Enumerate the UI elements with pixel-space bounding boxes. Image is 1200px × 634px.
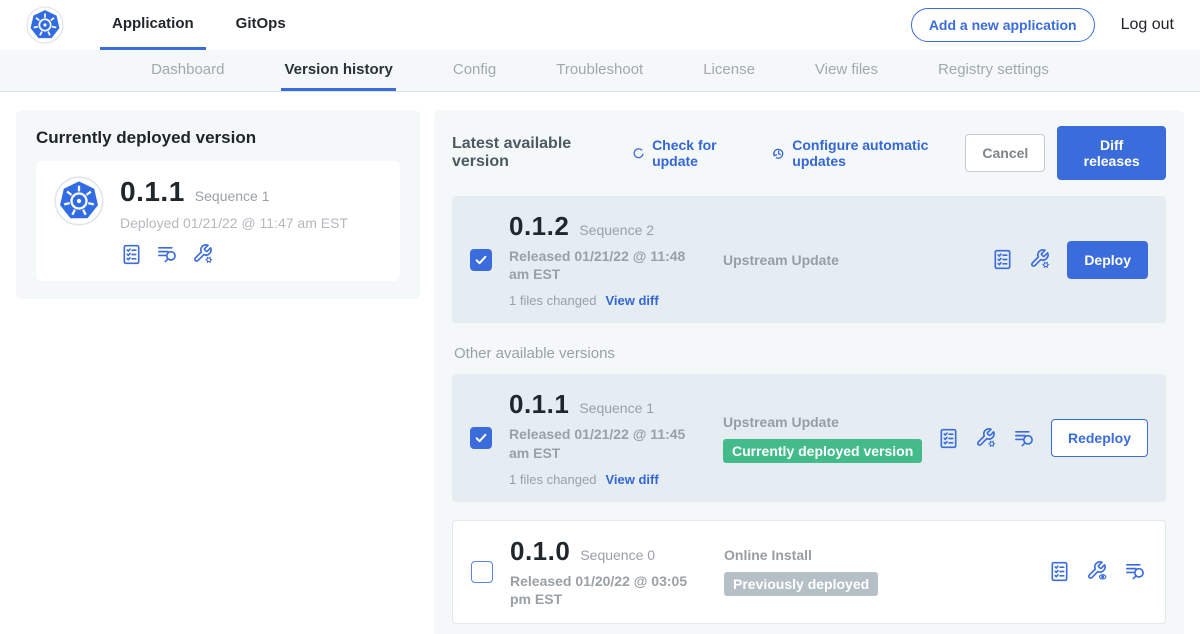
app-sub-nav: Dashboard Version history Config Trouble… [0,50,1200,92]
previously-deployed-badge: Previously deployed [724,572,878,596]
configure-automatic-updates-label: Configure automatic updates [792,137,965,169]
version-row-0-1-0: 0.1.0 Sequence 0 Released 01/20/22 @ 03:… [452,520,1166,624]
cancel-button[interactable]: Cancel [965,134,1045,172]
check-icon [474,431,488,445]
tab-gitops-label: GitOps [236,15,286,32]
version-checkbox[interactable] [470,249,492,271]
tab-gitops[interactable]: GitOps [224,0,298,50]
subnav-view-files[interactable]: View files [812,50,881,91]
version-history-card: Latest available version Check for updat… [434,110,1184,634]
preflight-checks-icon[interactable] [991,248,1014,271]
kubernetes-app-icon [54,176,104,226]
configure-automatic-updates-link[interactable]: Configure automatic updates [771,137,965,169]
check-icon [474,253,488,267]
version-row-0-1-2: 0.1.2 Sequence 2 Released 01/21/22 @ 11:… [452,196,1166,323]
add-application-button[interactable]: Add a new application [911,8,1095,42]
version-number: 0.1.1 [509,389,569,420]
redeploy-button[interactable]: Redeploy [1051,419,1148,457]
logout-button[interactable]: Log out [1121,16,1174,34]
deployed-timestamp: Deployed 01/21/22 @ 11:47 am EST [120,215,348,231]
subnav-license[interactable]: License [700,50,758,91]
release-notes-icon[interactable] [156,243,179,266]
edit-config-icon[interactable] [1029,248,1052,271]
version-checkbox[interactable] [471,561,493,583]
release-notes-icon[interactable] [1013,427,1036,450]
subnav-dashboard[interactable]: Dashboard [148,50,227,91]
view-diff-link[interactable]: View diff [605,293,658,308]
files-changed-label: 1 files changed [509,472,596,487]
version-source-label: Upstream Update [723,414,839,430]
view-diff-link[interactable]: View diff [605,472,658,487]
latest-version-header: Latest available version Check for updat… [452,126,1166,180]
files-changed-label: 1 files changed [509,293,596,308]
currently-deployed-badge: Currently deployed version [723,439,922,463]
version-row-0-1-1: 0.1.1 Sequence 1 Released 01/21/22 @ 11:… [452,374,1166,501]
auto-update-clock-icon [771,145,786,162]
currently-deployed-card: Currently deployed version [16,110,420,299]
tab-application[interactable]: Application [100,0,206,50]
version-info: 0.1.2 Sequence 2 Released 01/21/22 @ 11:… [509,211,723,308]
version-number: 0.1.0 [510,536,570,567]
currently-deployed-title: Currently deployed version [36,128,400,148]
tab-application-label: Application [112,15,194,32]
latest-version-title: Latest available version [452,135,614,171]
deployed-version-details: 0.1.1 Sequence 1 Deployed 01/21/22 @ 11:… [120,176,348,266]
check-for-update-link[interactable]: Check for update [631,137,754,169]
top-nav-right: Add a new application Log out [911,0,1174,50]
edit-config-icon[interactable] [975,427,998,450]
release-notes-icon[interactable] [1124,560,1147,583]
deployed-sequence-label: Sequence 1 [195,188,270,204]
other-versions-label: Other available versions [454,345,1164,362]
deployed-version-box: 0.1.1 Sequence 1 Deployed 01/21/22 @ 11:… [36,161,400,281]
version-info: 0.1.0 Sequence 0 Released 01/20/22 @ 03:… [510,536,724,608]
app-logo[interactable] [26,0,64,50]
version-source-label: Online Install [724,547,812,563]
refresh-icon [631,145,646,162]
deployed-version-number: 0.1.1 [120,176,185,208]
preflight-checks-icon[interactable] [1048,560,1071,583]
released-timestamp: Released 01/21/22 @ 11:48 am EST [509,247,699,283]
preflight-checks-icon[interactable] [120,243,143,266]
view-config-icon[interactable] [1086,560,1109,583]
subnav-config[interactable]: Config [450,50,499,91]
sequence-label: Sequence 0 [580,547,655,563]
version-info: 0.1.1 Sequence 1 Released 01/21/22 @ 11:… [509,389,723,486]
top-nav: Application GitOps Add a new application… [0,0,1200,50]
preflight-checks-icon[interactable] [937,427,960,450]
version-checkbox[interactable] [470,427,492,449]
released-timestamp: Released 01/20/22 @ 03:05 pm EST [510,572,700,608]
main-content: Currently deployed version [0,92,1200,634]
sequence-label: Sequence 1 [579,400,654,416]
kubernetes-logo-icon [26,6,64,44]
deploy-button[interactable]: Deploy [1067,241,1148,279]
sequence-label: Sequence 2 [579,222,654,238]
version-source-label: Upstream Update [723,252,839,268]
subnav-registry-settings[interactable]: Registry settings [935,50,1052,91]
subnav-troubleshoot[interactable]: Troubleshoot [553,50,646,91]
edit-config-icon[interactable] [192,243,215,266]
version-number: 0.1.2 [509,211,569,242]
diff-releases-button[interactable]: Diff releases [1057,126,1166,180]
released-timestamp: Released 01/21/22 @ 11:45 am EST [509,425,699,461]
check-for-update-label: Check for update [652,137,754,169]
subnav-version-history[interactable]: Version history [281,50,395,91]
